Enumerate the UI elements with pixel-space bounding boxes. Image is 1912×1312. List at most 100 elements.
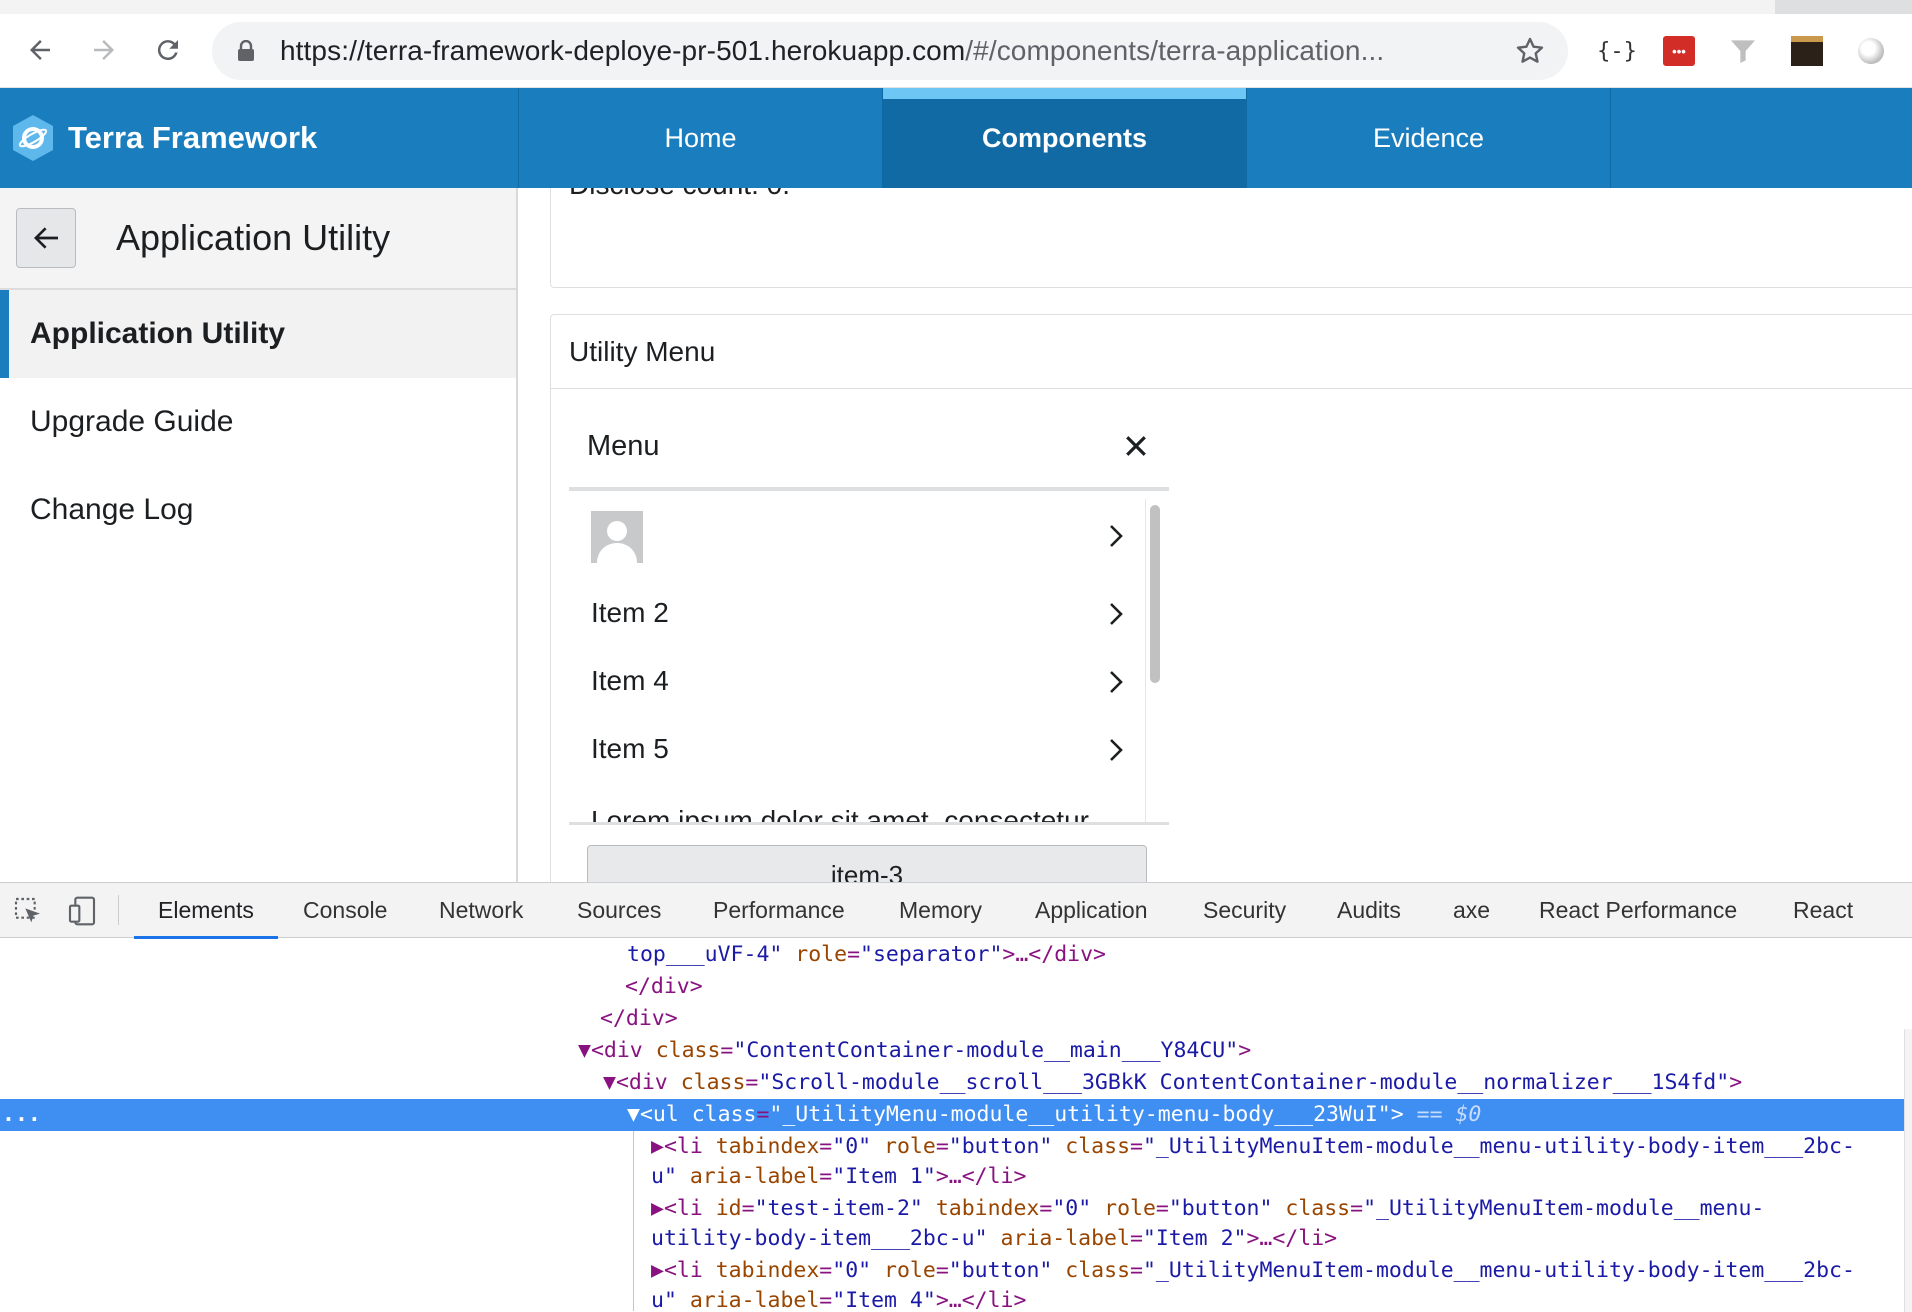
devtools-tab-label: Network bbox=[439, 897, 524, 923]
utility-menu-body: Item 2 Item 4 Item 5 Lorem ipsum dolor s… bbox=[569, 495, 1169, 825]
chevron-right-icon bbox=[1110, 739, 1123, 761]
side-menu-title: Application Utility bbox=[116, 217, 391, 258]
devtools-tab-application[interactable]: Application bbox=[1035, 883, 1148, 938]
chevron-right-icon bbox=[1110, 525, 1123, 547]
filter-extension-icon[interactable] bbox=[1724, 32, 1762, 70]
elements-scrollbar[interactable] bbox=[1904, 1029, 1912, 1312]
dom-node-line-wrap[interactable]: u" aria-label="Item 1">…</li> bbox=[0, 1161, 1912, 1193]
devtools-tab-elements[interactable]: Elements bbox=[134, 883, 278, 939]
devtools-separator bbox=[118, 895, 119, 925]
dom-node-line[interactable]: ▼<div class="ContentContainer-module__ma… bbox=[0, 1035, 1912, 1067]
avatar bbox=[591, 511, 643, 563]
user-placeholder-icon bbox=[597, 521, 637, 563]
browser-toolbar: https://terra-framework-deploye-pr-501.h… bbox=[0, 14, 1912, 88]
example-card-previous: Disclose count: 0. bbox=[550, 188, 1912, 288]
chevron-right-icon bbox=[1110, 603, 1123, 625]
devtools-tab-axe[interactable]: axe bbox=[1453, 883, 1490, 938]
devtools-tab-sources[interactable]: Sources bbox=[577, 883, 661, 938]
close-icon[interactable] bbox=[1121, 431, 1151, 461]
devtools-tab-memory[interactable]: Memory bbox=[899, 883, 982, 938]
back-arrow-icon[interactable] bbox=[20, 30, 60, 70]
side-menu: Application Utility Application Utility … bbox=[0, 188, 518, 882]
dom-node-line-wrap[interactable]: utility-body-item___2bc-u" aria-label="I… bbox=[0, 1223, 1912, 1255]
tab-home[interactable]: Home bbox=[519, 88, 883, 188]
devtools-tab-label: Security bbox=[1203, 897, 1287, 923]
lastpass-extension-icon[interactable]: ••• bbox=[1660, 32, 1698, 70]
sidebar-item-label: Change Log bbox=[30, 493, 194, 526]
devtools-tab-label: React Performance bbox=[1539, 897, 1738, 923]
utility-menu-header: Menu bbox=[569, 405, 1169, 491]
devtools-tab-network[interactable]: Network bbox=[439, 883, 523, 938]
lock-icon bbox=[238, 40, 254, 61]
tab-evidence[interactable]: Evidence bbox=[1247, 88, 1611, 188]
circle-extension-icon[interactable] bbox=[1852, 32, 1890, 70]
inspect-element-icon[interactable] bbox=[12, 895, 44, 927]
devtools-tab-label: Performance bbox=[713, 897, 845, 923]
reload-icon[interactable] bbox=[148, 30, 188, 70]
side-menu-back-button[interactable] bbox=[16, 208, 76, 268]
devtools-tab-label: Console bbox=[303, 897, 388, 923]
devtools-tab-audits[interactable]: Audits bbox=[1337, 883, 1401, 938]
devtools-tab-security[interactable]: Security bbox=[1203, 883, 1286, 938]
dom-node-line[interactable]: ▼<div class="Scroll-module__scroll___3GB… bbox=[0, 1067, 1912, 1099]
dom-node-line[interactable]: ▶<li tabindex="0" role="button" class="_… bbox=[0, 1255, 1912, 1287]
json-viewer-extension-icon[interactable]: {-} bbox=[1597, 32, 1637, 70]
dark-extension-icon[interactable] bbox=[1788, 32, 1826, 70]
utility-menu-scrollbar[interactable] bbox=[1145, 499, 1163, 822]
brand-name: Terra Framework bbox=[68, 120, 318, 155]
tab-home-label: Home bbox=[664, 122, 737, 153]
app-header: Terra Framework Home Components Evidence bbox=[0, 88, 1912, 188]
chevron-right-icon bbox=[1110, 671, 1123, 693]
elements-tree: top___uVF-4" role="separator">…</div> </… bbox=[0, 939, 1912, 1312]
menu-item-1[interactable] bbox=[569, 501, 1139, 573]
sidebar-item-label: Upgrade Guide bbox=[30, 405, 234, 438]
utility-menu-title: Menu bbox=[587, 429, 660, 462]
side-menu-header: Application Utility bbox=[0, 188, 516, 290]
forward-arrow-icon[interactable] bbox=[84, 30, 124, 70]
menu-item-4[interactable]: Item 4 bbox=[569, 647, 1139, 715]
tab-components-label: Components bbox=[982, 122, 1147, 153]
devtools-tab-label: Elements bbox=[158, 897, 254, 923]
disclose-count-text: Disclose count: 0. bbox=[569, 188, 790, 201]
sidebar-item-upgrade-guide[interactable]: Upgrade Guide bbox=[0, 378, 516, 466]
scrollbar-thumb[interactable] bbox=[1150, 505, 1160, 683]
dom-node-line-wrap[interactable]: u" aria-label="Item 4">…</li> bbox=[0, 1285, 1912, 1312]
dom-node-line[interactable]: </div> bbox=[0, 1003, 1912, 1035]
bookmark-star-icon[interactable] bbox=[1514, 35, 1546, 67]
devtools-tab-console[interactable]: Console bbox=[303, 883, 387, 938]
menu-item-label: Item 5 bbox=[591, 733, 669, 764]
sidebar-item-application-utility[interactable]: Application Utility bbox=[0, 290, 516, 378]
devtools-tab-react-performance[interactable]: React Performance bbox=[1539, 883, 1737, 938]
sidebar-item-change-log[interactable]: Change Log bbox=[0, 466, 516, 554]
menu-item-2[interactable]: Item 2 bbox=[569, 579, 1139, 647]
utility-menu-footer-button[interactable]: item-3 bbox=[587, 845, 1147, 882]
brand-area[interactable]: Terra Framework bbox=[0, 88, 518, 188]
devtools-tab-react[interactable]: React bbox=[1793, 883, 1853, 938]
dom-node-line[interactable]: ▶<li tabindex="0" role="button" class="_… bbox=[0, 1131, 1912, 1163]
menu-item-lorem[interactable]: Lorem ipsum dolor sit amet, consectetur bbox=[569, 787, 1139, 822]
menu-item-5[interactable]: Item 5 bbox=[569, 715, 1139, 783]
utility-menu: Menu Item 2 Item 4 Item 5 Lorem ipsum do… bbox=[569, 405, 1169, 882]
device-toolbar-icon[interactable] bbox=[66, 895, 98, 927]
card-title: Utility Menu bbox=[551, 315, 1912, 389]
devtools-panel: Elements Console Network Sources Perform… bbox=[0, 882, 1912, 1312]
dom-node-line[interactable]: ▶<li id="test-item-2" tabindex="0" role=… bbox=[0, 1193, 1912, 1225]
dom-node-line-selected[interactable]: ... ▼<ul class="_UtilityMenu-module__util… bbox=[0, 1099, 1912, 1131]
menu-item-label: Item 4 bbox=[591, 665, 669, 696]
devtools-tab-label: Application bbox=[1035, 897, 1148, 923]
address-bar[interactable]: https://terra-framework-deploye-pr-501.h… bbox=[212, 22, 1568, 80]
dom-node-line[interactable]: top___uVF-4" role="separator">…</div> bbox=[0, 939, 1912, 971]
tab-components[interactable]: Components bbox=[883, 88, 1247, 188]
active-browser-tab[interactable] bbox=[0, 0, 1775, 14]
browser-tab-strip bbox=[0, 0, 1912, 14]
primary-nav-tabs: Home Components Evidence bbox=[518, 88, 1611, 188]
devtools-tab-label: axe bbox=[1453, 897, 1491, 923]
main-content: Disclose count: 0. Utility Menu Menu Ite… bbox=[520, 188, 1912, 882]
node-actions-ellipsis[interactable]: ... bbox=[2, 1099, 41, 1131]
devtools-tab-performance[interactable]: Performance bbox=[713, 883, 845, 938]
back-arrow-icon bbox=[34, 227, 58, 249]
footer-button-label: item-3 bbox=[830, 860, 904, 882]
dom-node-line[interactable]: </div> bbox=[0, 971, 1912, 1003]
devtools-tab-bar: Elements Console Network Sources Perform… bbox=[0, 883, 1912, 939]
terra-logo-icon bbox=[13, 115, 53, 161]
